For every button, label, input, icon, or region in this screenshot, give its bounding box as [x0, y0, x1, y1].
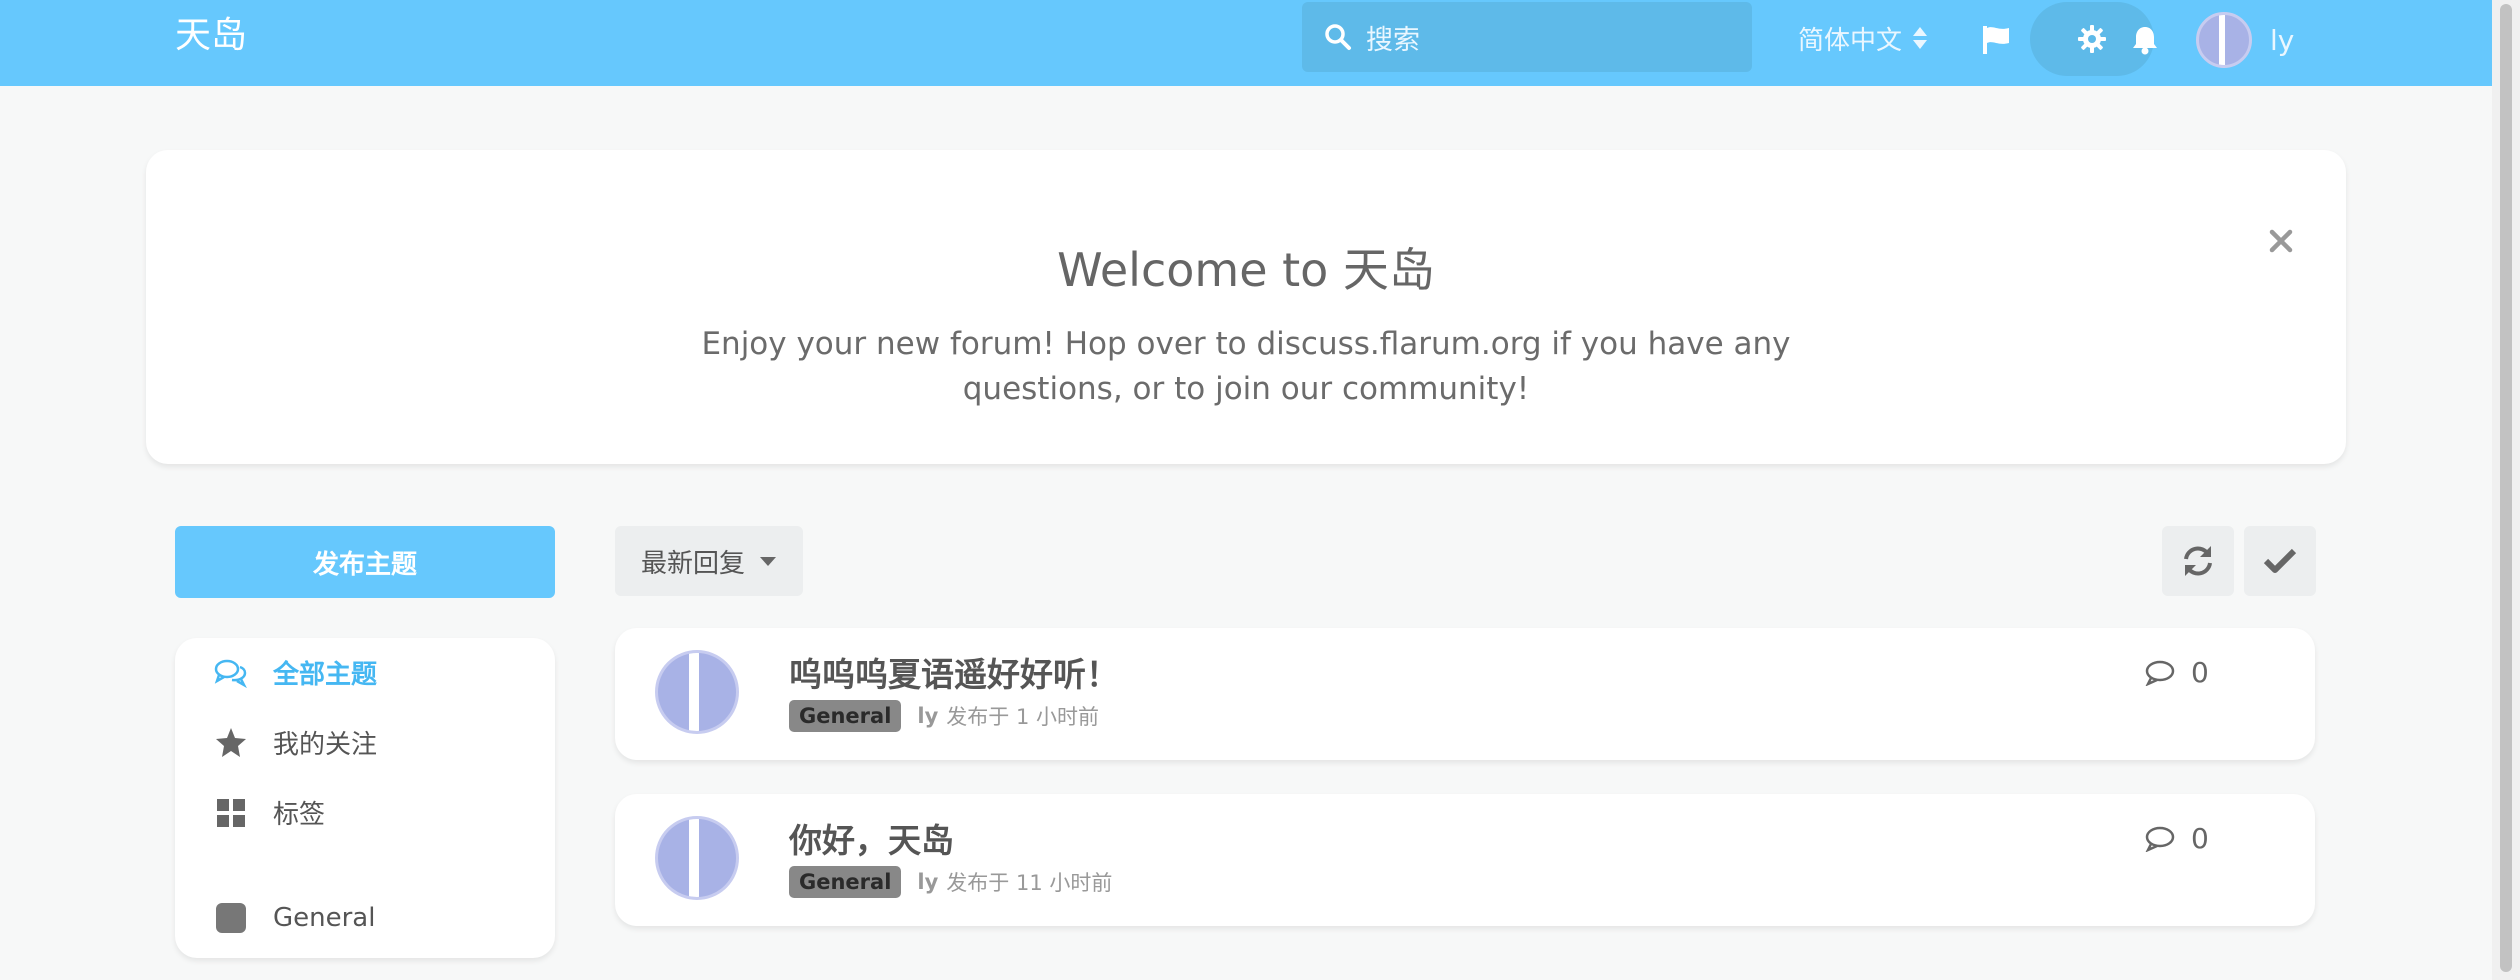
welcome-hero: Welcome to 天岛 Enjoy your new forum! Hop …: [146, 150, 2346, 464]
post-time: 发布于 1 小时前: [946, 705, 1100, 729]
avatar[interactable]: [655, 650, 739, 734]
discussion-list-item[interactable]: 你好，天岛 General ly 发布于 11 小时前 0: [615, 794, 2315, 926]
sidebar-item-all-discussions[interactable]: 全部主题: [213, 654, 377, 691]
search-icon: [1325, 24, 1351, 50]
sort-dropdown[interactable]: 最新回复: [615, 526, 803, 596]
discussion-title[interactable]: 呜呜呜夏语遥好好听！: [789, 648, 1119, 696]
flag-icon: [1983, 26, 2009, 54]
discussion-meta: General ly 发布于 11 小时前: [789, 866, 1112, 898]
reply-count-value: 0: [2191, 822, 2209, 855]
star-icon: [213, 725, 249, 761]
scrollbar-thumb[interactable]: [2500, 4, 2512, 972]
sidebar-item-label: General: [273, 903, 376, 933]
comments-icon: [213, 655, 249, 691]
forum-title-link[interactable]: 天岛: [175, 12, 247, 60]
author-name: ly: [917, 870, 939, 894]
user-session-dropdown[interactable]: ly: [2196, 10, 2294, 70]
post-time: 发布于 11 小时前: [946, 871, 1113, 895]
discussion-list-item[interactable]: 呜呜呜夏语遥好好听！ General ly 发布于 1 小时前 0: [615, 628, 2315, 760]
reply-count: 0: [2145, 656, 2209, 689]
tag-square-icon: [213, 900, 249, 936]
caret-down-icon: [760, 557, 777, 566]
search-input[interactable]: 搜索: [1302, 2, 1752, 72]
search-placeholder: 搜索: [1366, 24, 1420, 56]
gear-icon: [2078, 25, 2106, 53]
username-label: ly: [2270, 23, 2295, 57]
sort-arrows-icon: [1913, 27, 1928, 49]
new-discussion-button[interactable]: 发布主题: [175, 526, 555, 598]
comment-icon: [2145, 826, 2175, 852]
avatar: [2196, 12, 2252, 68]
tag-badge[interactable]: General: [789, 866, 902, 898]
sidebar-item-label: 我的关注: [273, 730, 378, 760]
language-dropdown[interactable]: 简体中文: [1798, 18, 1928, 58]
comment-icon: [2145, 660, 2175, 686]
refresh-button[interactable]: [2162, 526, 2234, 596]
bell-icon: [2133, 27, 2157, 55]
close-icon[interactable]: [2266, 226, 2296, 256]
tag-badge[interactable]: General: [789, 700, 902, 732]
notifications-button[interactable]: [2125, 20, 2165, 60]
sidebar-item-label: 标签: [273, 800, 326, 830]
hero-message: Enjoy your new forum! Hop over to discus…: [701, 326, 1791, 407]
sidebar-item-general[interactable]: General: [213, 900, 375, 936]
language-label: 简体中文: [1798, 25, 1903, 56]
sidebar-nav: 全部主题 我的关注 标签 General: [175, 638, 555, 958]
hero-title: Welcome to 天岛: [1057, 243, 1435, 297]
discussion-title[interactable]: 你好，天岛: [789, 814, 954, 862]
discussion-meta: General ly 发布于 1 小时前: [789, 700, 1099, 732]
tags-grid-icon: [213, 795, 249, 831]
author-name: ly: [917, 704, 939, 728]
top-header-bar: 天岛 搜索 简体中文 ly: [0, 0, 2492, 86]
page-scrollbar[interactable]: [2492, 0, 2520, 980]
sort-label: 最新回复: [641, 548, 746, 579]
sidebar-item-label: 全部主题: [273, 660, 378, 690]
mark-all-read-button[interactable]: [2244, 526, 2316, 596]
reply-count: 0: [2145, 822, 2209, 855]
avatar[interactable]: [655, 816, 739, 900]
checkmark-icon: [2263, 548, 2297, 573]
flags-button[interactable]: [1976, 20, 2016, 60]
reply-count-value: 0: [2191, 656, 2209, 689]
refresh-icon: [2184, 546, 2212, 576]
sidebar-item-tags[interactable]: 标签: [213, 794, 325, 831]
sidebar-item-following[interactable]: 我的关注: [213, 724, 377, 761]
